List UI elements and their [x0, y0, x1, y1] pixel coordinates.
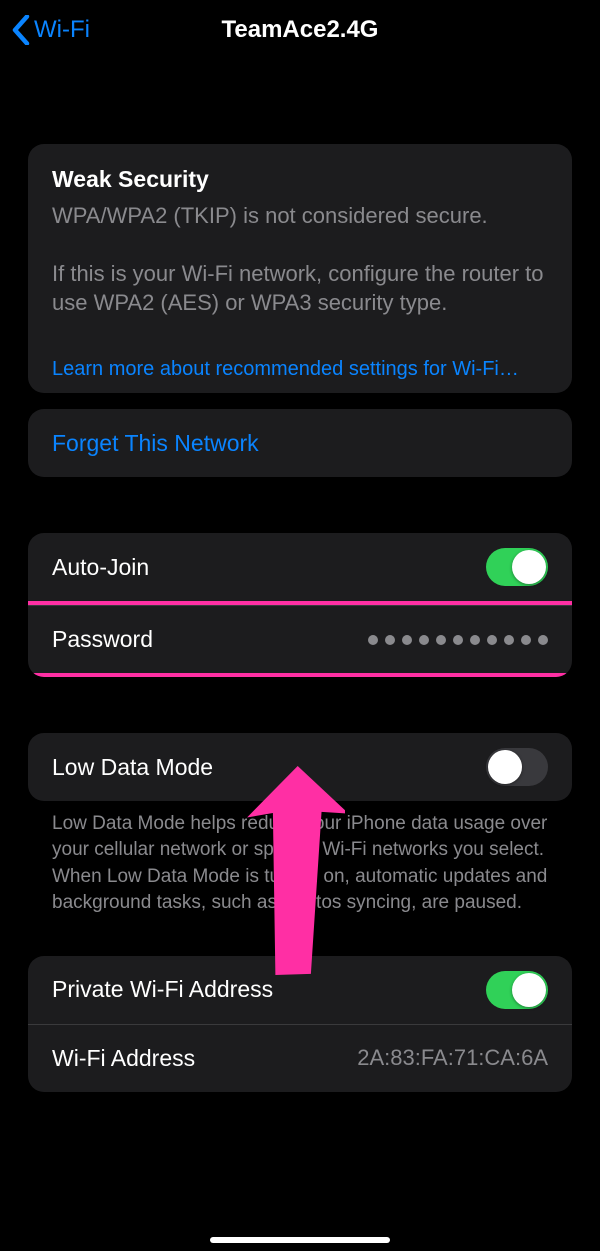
warning-text-1: WPA/WPA2 (TKIP) is not considered secure…: [52, 201, 548, 231]
home-indicator[interactable]: [210, 1237, 390, 1243]
warning-text-2: If this is your Wi-Fi network, configure…: [52, 259, 548, 318]
password-highlight-annotation: Password: [28, 601, 572, 677]
password-mask: [368, 635, 548, 645]
back-button[interactable]: Wi-Fi: [12, 15, 90, 45]
chevron-left-icon: [12, 15, 30, 45]
security-warning-card: Weak Security WPA/WPA2 (TKIP) is not con…: [28, 144, 572, 393]
password-row[interactable]: Password: [28, 605, 572, 673]
auto-join-label: Auto-Join: [52, 554, 149, 581]
low-data-mode-label: Low Data Mode: [52, 754, 213, 781]
auto-join-toggle[interactable]: [486, 548, 548, 586]
forget-network-button[interactable]: Forget This Network: [28, 409, 572, 477]
private-wifi-address-toggle[interactable]: [486, 971, 548, 1009]
low-data-mode-toggle[interactable]: [486, 748, 548, 786]
password-label: Password: [52, 626, 153, 653]
page-title: TeamAce2.4G: [0, 16, 600, 44]
forget-network-label: Forget This Network: [52, 430, 259, 457]
private-wifi-address-row: Private Wi-Fi Address: [28, 956, 572, 1024]
nav-bar: Wi-Fi TeamAce2.4G: [0, 0, 600, 60]
auto-join-row: Auto-Join: [28, 533, 572, 601]
wifi-address-label: Wi-Fi Address: [52, 1045, 195, 1072]
back-label: Wi-Fi: [34, 16, 90, 44]
low-data-mode-row: Low Data Mode: [28, 733, 572, 801]
wifi-address-row[interactable]: Wi-Fi Address 2A:83:FA:71:CA:6A: [28, 1024, 572, 1092]
low-data-mode-note: Low Data Mode helps reduce your iPhone d…: [28, 801, 572, 916]
private-wifi-address-label: Private Wi-Fi Address: [52, 976, 273, 1003]
learn-more-link[interactable]: Learn more about recommended settings fo…: [28, 342, 572, 393]
wifi-address-value: 2A:83:FA:71:CA:6A: [357, 1045, 548, 1071]
warning-heading: Weak Security: [52, 166, 548, 193]
